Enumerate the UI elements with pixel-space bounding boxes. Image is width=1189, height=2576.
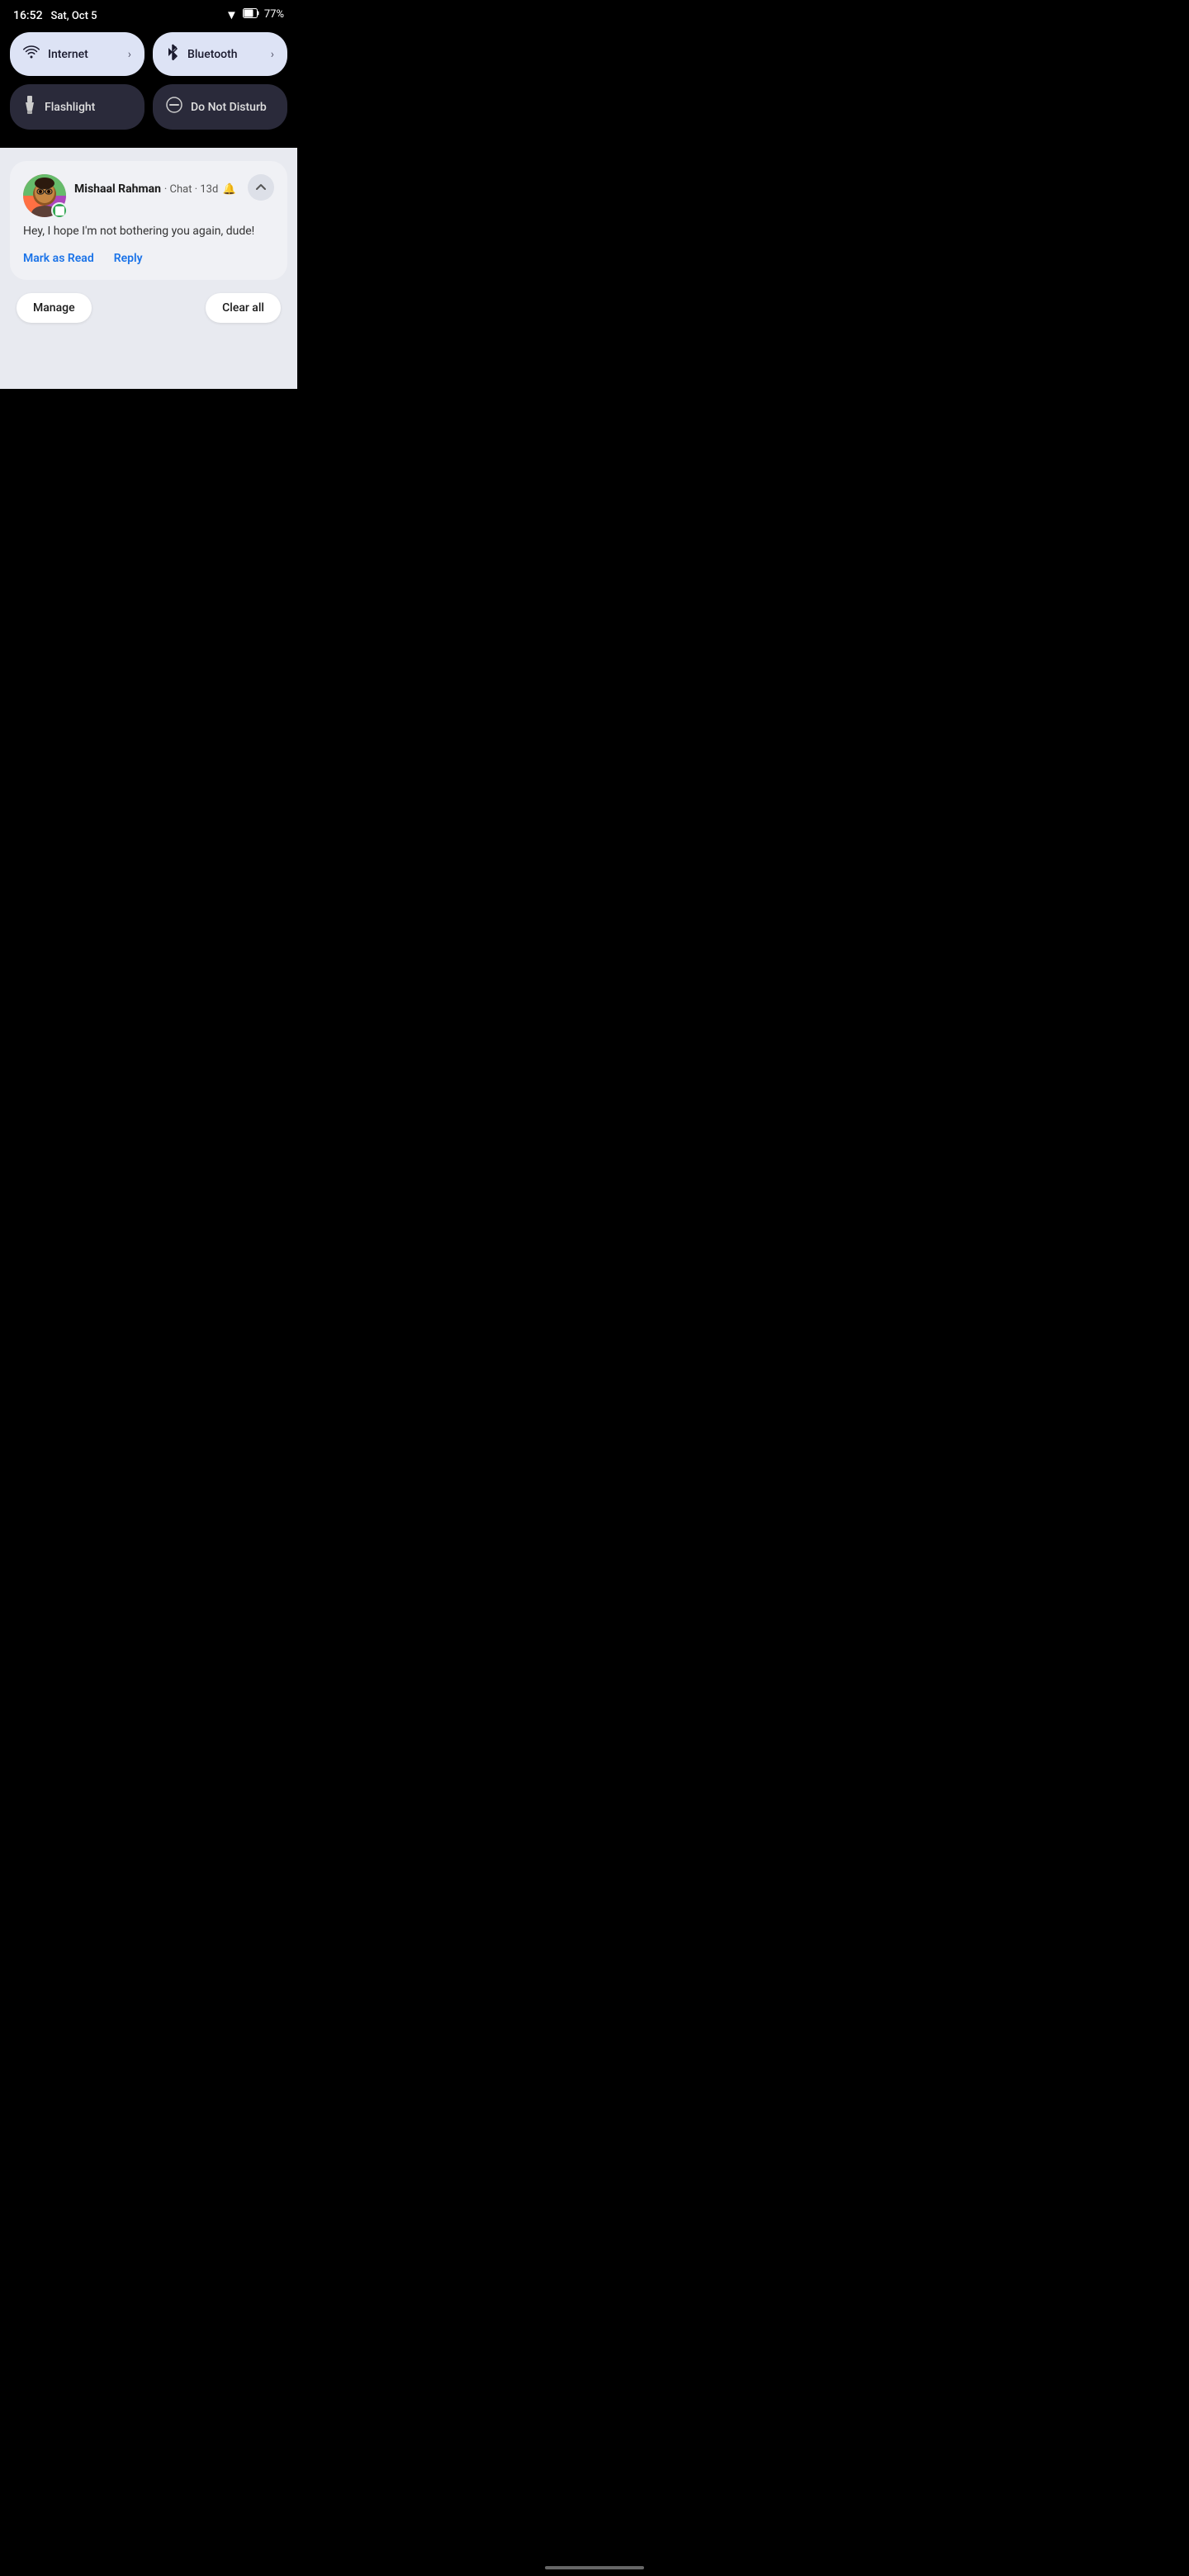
dnd-icon (166, 97, 182, 117)
battery-percentage: 77% (264, 8, 284, 21)
notification-header: Mishaal Rahman · Chat · 13d 🔔 (23, 174, 274, 217)
wifi-icon: ▼ (225, 7, 238, 22)
home-indicator[interactable] (545, 2566, 644, 2569)
qs-tile-flashlight[interactable]: Flashlight (10, 84, 144, 130)
internet-arrow-icon: › (128, 48, 131, 61)
status-icons: ▼ 77% (225, 7, 284, 22)
screen: 16:52 Sat, Oct 5 ▼ 77% (0, 0, 297, 644)
clear-all-button[interactable]: Clear all (206, 293, 281, 323)
bluetooth-icon (166, 44, 179, 64)
flashlight-icon (23, 96, 36, 118)
notification-message: Hey, I hope I'm not bothering you again,… (23, 224, 274, 240)
mark-as-read-button[interactable]: Mark as Read (23, 250, 94, 267)
notification-bottom-actions: Manage Clear all (10, 293, 287, 323)
avatar-container (23, 174, 66, 217)
quick-settings: Internet › Bluetooth › (0, 26, 297, 148)
internet-label: Internet (48, 48, 120, 61)
bluetooth-label: Bluetooth (187, 48, 263, 61)
bluetooth-arrow-icon: › (271, 48, 274, 61)
chat-badge-icon (55, 206, 64, 215)
alert-icon: 🔔 (223, 183, 236, 196)
status-bar: 16:52 Sat, Oct 5 ▼ 77% (0, 0, 297, 26)
notification-content: Mishaal Rahman · Chat · 13d 🔔 (74, 174, 274, 204)
notification-sender: Mishaal Rahman (74, 182, 161, 196)
notification-actions: Mark as Read Reply (23, 250, 274, 267)
qs-tile-bluetooth[interactable]: Bluetooth › (153, 32, 287, 76)
notification-card: Mishaal Rahman · Chat · 13d 🔔 (10, 161, 287, 280)
dnd-label: Do Not Disturb (191, 101, 274, 114)
chat-app-badge (51, 202, 68, 219)
notification-panel: Mishaal Rahman · Chat · 13d 🔔 (0, 148, 297, 389)
status-date: Sat, Oct 5 (51, 10, 97, 22)
notification-title-row: Mishaal Rahman · Chat · 13d 🔔 (74, 174, 274, 201)
manage-button[interactable]: Manage (17, 293, 92, 323)
qs-row-1: Internet › Bluetooth › (10, 32, 287, 76)
battery-icon (243, 8, 259, 21)
qs-row-2: Flashlight Do Not Disturb (10, 84, 287, 130)
wifi-icon (23, 45, 40, 63)
notification-app-time: · Chat · 13d 🔔 (164, 183, 236, 196)
status-time: 16:52 (13, 9, 43, 22)
reply-button[interactable]: Reply (114, 250, 143, 267)
flashlight-label: Flashlight (45, 101, 131, 114)
qs-tile-dnd[interactable]: Do Not Disturb (153, 84, 287, 130)
expand-button[interactable] (248, 174, 274, 201)
status-time-date: 16:52 Sat, Oct 5 (13, 7, 97, 22)
notification-sender-meta: Mishaal Rahman · Chat · 13d 🔔 (74, 180, 236, 196)
qs-tile-internet[interactable]: Internet › (10, 32, 144, 76)
